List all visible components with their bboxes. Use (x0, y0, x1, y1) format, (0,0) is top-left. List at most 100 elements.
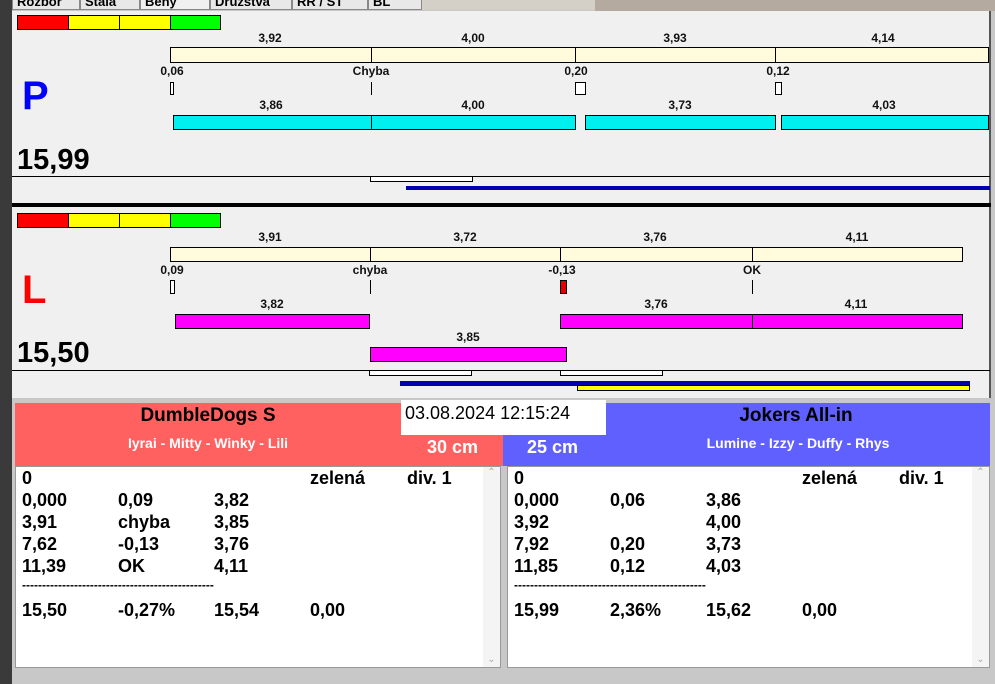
total-cell: 2,36% (610, 600, 662, 620)
lane-p-panel (12, 11, 991, 203)
yellow-light (68, 213, 120, 228)
result-cell: 4,11 (214, 556, 249, 576)
run-bar (585, 115, 776, 130)
result-cell: 3,92 (514, 512, 550, 532)
run-bar (781, 115, 989, 130)
split-bar (775, 47, 989, 63)
split-label: 4,00 (461, 31, 485, 45)
lane-l-total: 15,50 (17, 337, 90, 369)
team-left-distance: 30 cm (427, 437, 479, 457)
tab-rozbor[interactable]: Rozbor (12, 0, 80, 10)
scrollbar[interactable]: ⌃ ⌄ (483, 467, 500, 667)
scrollbar[interactable]: ⌃ ⌄ (972, 467, 989, 667)
total-cell: 0,00 (802, 600, 838, 620)
total-cell: 15,54 (214, 600, 260, 620)
reaction-marker (775, 82, 782, 95)
scroll-up-icon[interactable]: ⌃ (483, 467, 500, 478)
result-cell: 0,000 (514, 490, 560, 510)
result-cell: 11,85 (514, 556, 559, 576)
split-label: 3,72 (453, 230, 477, 244)
run-label: 3,73 (668, 98, 692, 112)
result-cell: 11,39 (22, 556, 67, 576)
tab-druzstva[interactable]: Družstva (210, 0, 292, 10)
result-cell: 0,000 (22, 490, 68, 510)
scroll-down-icon[interactable]: ⌄ (483, 654, 500, 665)
tab-behy[interactable]: Běhy (140, 0, 210, 10)
run-label: 3,86 (259, 98, 283, 112)
rerun-bar (370, 347, 567, 362)
tab-bar: Rozbor Stala Běhy Družstva RR / ST BL (12, 0, 595, 10)
gap-marker (560, 370, 663, 376)
run-label: 3,82 (260, 297, 284, 311)
team-right-results[interactable]: ⌃ ⌄ (507, 466, 990, 668)
team-left-results[interactable]: ⌃ ⌄ (15, 466, 501, 668)
scroll-up-icon[interactable]: ⌃ (972, 467, 989, 478)
scroll-down-icon[interactable]: ⌄ (972, 654, 989, 665)
run-bar (371, 115, 576, 130)
result-cell: div. 1 (407, 468, 452, 488)
run-bar (175, 314, 370, 329)
team-left-members: Iyrai - Mitty - Winky - Lili (127, 435, 289, 451)
run-bar (752, 314, 963, 329)
lane-p-total: 15,99 (17, 144, 90, 176)
total-cell: 0,00 (310, 600, 346, 620)
team-right-name: Jokers All-in (739, 405, 853, 426)
tab-bl[interactable]: BL (368, 0, 422, 10)
reaction-marker (170, 280, 175, 294)
result-cell: zelená (802, 468, 858, 488)
green-light (170, 213, 221, 228)
result-cell: 0,20 (610, 534, 646, 554)
reaction-label: 0,06 (160, 64, 184, 78)
result-cell: 7,92 (514, 534, 550, 554)
result-cell: zelená (310, 468, 366, 488)
team-left-name: DumbleDogs S (140, 405, 276, 426)
gap-marker (370, 176, 473, 182)
split-bar (575, 47, 776, 63)
tab-rr-st[interactable]: RR / ST (292, 0, 368, 10)
window-edge (0, 0, 12, 684)
result-cell: 3,82 (214, 490, 250, 510)
reaction-label: 0,20 (564, 64, 588, 78)
team-right-members: Lumine - Izzy - Duffy - Rhys (706, 435, 890, 451)
run-label: 3,76 (644, 297, 668, 311)
red-light (17, 213, 69, 228)
progress-bar-yellow (577, 385, 970, 391)
total-cell: -0,27% (118, 600, 176, 620)
run-label: 4,11 (844, 297, 868, 311)
result-cell: 0 (22, 468, 33, 488)
run-bar (173, 115, 372, 130)
reaction-label: chyba (352, 263, 388, 277)
progress-bar-blue (406, 186, 990, 190)
split-label: 4,11 (845, 230, 869, 244)
result-cell: 3,85 (214, 512, 250, 532)
result-divider: ----------------------------------------… (514, 578, 706, 592)
red-light (17, 15, 69, 30)
run-label: 4,00 (461, 98, 485, 112)
reaction-marker (370, 280, 371, 294)
run-label: 4,03 (872, 98, 896, 112)
reaction-label: -0,13 (548, 263, 576, 277)
reaction-label: 0,12 (766, 64, 790, 78)
split-bar (370, 247, 561, 262)
result-cell: 4,00 (706, 512, 742, 532)
yellow-light (119, 213, 171, 228)
tab-stala[interactable]: Stala (80, 0, 140, 10)
split-label: 3,93 (663, 31, 687, 45)
reaction-label: OK (743, 263, 761, 277)
result-cell: 3,73 (706, 534, 742, 554)
result-cell: 4,03 (706, 556, 742, 576)
result-cell: 0,12 (610, 556, 646, 576)
total-cell: 15,99 (514, 600, 560, 620)
run-bar (560, 314, 753, 329)
reaction-marker (752, 280, 753, 294)
result-cell: 0,06 (610, 490, 646, 510)
reaction-marker (170, 82, 174, 95)
reaction-marker (575, 82, 586, 95)
reaction-marker (371, 82, 372, 95)
yellow-light (119, 15, 171, 30)
result-cell: 0 (514, 468, 525, 488)
datetime-display: 03.08.2024 12:15:24 (401, 400, 606, 435)
total-cell: 15,50 (22, 600, 68, 620)
result-cell: 0,09 (118, 490, 154, 510)
rerun-label: 3,85 (456, 330, 480, 344)
